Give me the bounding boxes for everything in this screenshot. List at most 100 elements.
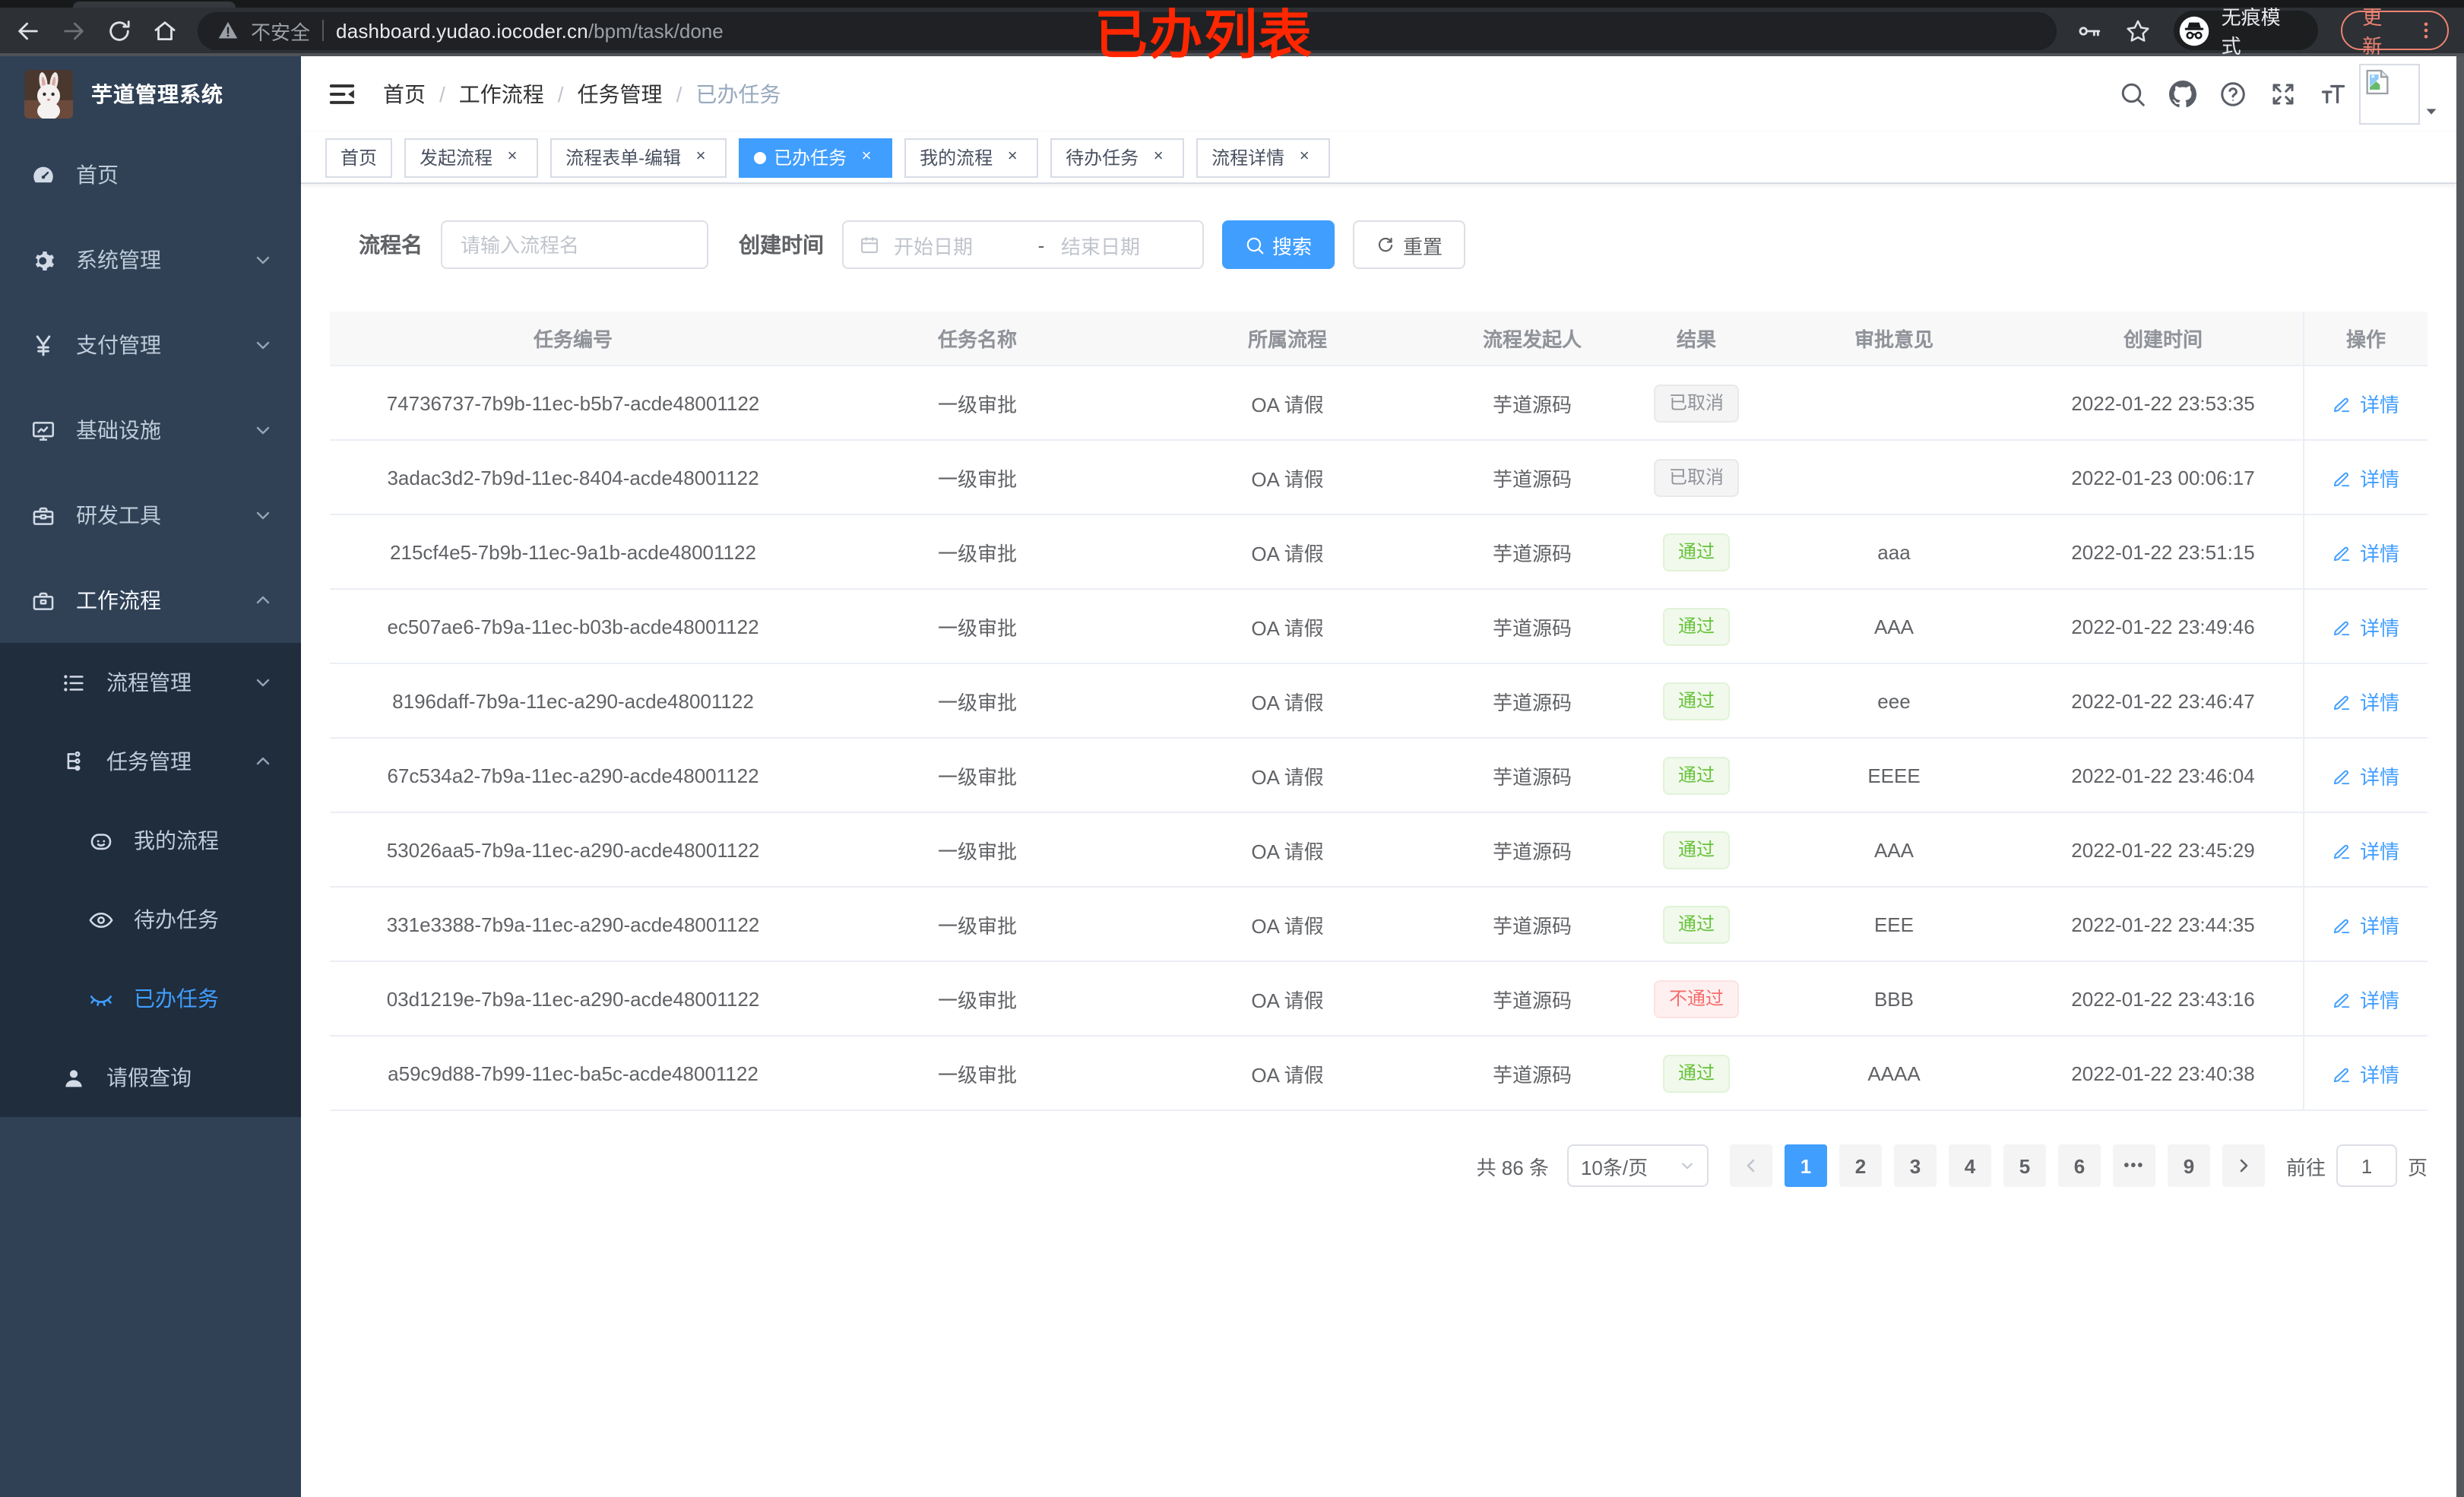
detail-button[interactable]: 详情 [2333, 835, 2399, 864]
table-header: 任务编号 任务名称 所属流程 流程发起人 结果 审批意见 创建时间 操作 [330, 312, 2428, 366]
sidebar-item[interactable]: 基础设施 [0, 388, 301, 473]
status-badge: 已取消 [1653, 384, 1739, 422]
incognito-badge: 无痕模式 [2174, 6, 2319, 58]
update-button[interactable]: 更新 [2341, 6, 2449, 58]
tab[interactable]: 我的流程 × [904, 138, 1039, 177]
face-icon [88, 828, 114, 853]
process-name: OA 请假 [1251, 542, 1324, 565]
page-button[interactable]: 1 [1784, 1144, 1827, 1187]
detail-button[interactable]: 详情 [2333, 1059, 2399, 1087]
tab[interactable]: 已办任务 × [739, 138, 893, 177]
sidebar-item[interactable]: 支付管理 [0, 302, 301, 388]
breadcrumb-item[interactable]: 首页 [383, 79, 426, 109]
status-badge: 通过 [1662, 1054, 1730, 1092]
task-name: 一级审批 [937, 393, 1017, 416]
update-label: 更新 [2362, 6, 2383, 58]
detail-button[interactable]: 详情 [2333, 984, 2399, 1013]
sidebar-item[interactable]: 系统管理 [0, 217, 301, 302]
comment [1765, 441, 2023, 514]
browser-actions: 无痕模式 更新 [2077, 6, 2449, 58]
tab[interactable]: 发起流程 × [404, 138, 539, 177]
page-size-select[interactable]: 10条/页 [1566, 1144, 1709, 1187]
page-button[interactable]: 2 [1838, 1144, 1882, 1187]
fontsize-icon[interactable] [2320, 81, 2347, 108]
sidebar-item[interactable]: 首页 [0, 132, 301, 217]
reset-button[interactable]: 重置 [1353, 220, 1466, 269]
detail-button[interactable]: 详情 [2333, 686, 2399, 715]
prev-page-button[interactable] [1729, 1144, 1772, 1187]
table-row: 74736737-7b9b-11ec-b5b7-acde48001122 一级审… [330, 366, 2428, 441]
close-icon[interactable]: × [502, 147, 523, 168]
github-icon[interactable] [2169, 81, 2196, 108]
forward-icon[interactable] [61, 17, 87, 43]
detail-button[interactable]: 详情 [2333, 761, 2399, 790]
detail-button[interactable]: 详情 [2333, 388, 2399, 417]
page-button[interactable]: 6 [2057, 1144, 2101, 1187]
page-jump-input[interactable] [2336, 1144, 2397, 1187]
back-icon[interactable] [15, 17, 41, 43]
close-icon[interactable]: × [1148, 147, 1169, 168]
breadcrumb-item[interactable]: 任务管理 [578, 79, 663, 109]
question-icon[interactable] [2219, 81, 2247, 108]
created-time: 2022-01-22 23:46:04 [2071, 764, 2255, 786]
more-pages-button[interactable]: ••• [2112, 1144, 2155, 1187]
close-icon[interactable]: × [690, 147, 711, 168]
column-header: 操作 [2303, 312, 2428, 365]
breadcrumb-item[interactable]: 工作流程 [459, 79, 544, 109]
close-icon[interactable]: × [1002, 147, 1023, 168]
eye-icon [88, 907, 114, 932]
process-name-input[interactable] [441, 220, 708, 269]
comment: eee [1877, 689, 1911, 712]
close-icon[interactable]: × [856, 147, 877, 168]
sidebar-item[interactable]: 工作流程 [0, 558, 301, 643]
sidebar-item[interactable]: 已办任务 [0, 959, 301, 1038]
tab[interactable]: 待办任务 × [1050, 138, 1185, 177]
page-button[interactable]: 4 [1948, 1144, 1991, 1187]
result-cell: 通过 [1628, 515, 1765, 588]
sidebar-item[interactable]: 流程管理 [0, 643, 301, 722]
sidebar-collapse-icon[interactable] [327, 79, 357, 109]
sidebar-item[interactable]: 待办任务 [0, 880, 301, 959]
key-icon[interactable] [2077, 17, 2103, 43]
active-tab-dot [754, 151, 767, 163]
sidebar-item[interactable]: 我的流程 [0, 801, 301, 880]
detail-button[interactable]: 详情 [2333, 537, 2399, 566]
close-icon[interactable]: × [1294, 147, 1315, 168]
result-cell: 通过 [1628, 1037, 1765, 1109]
avatar[interactable] [2359, 64, 2420, 125]
detail-button[interactable]: 详情 [2333, 612, 2399, 641]
avatar-caret-icon[interactable] [2423, 103, 2440, 120]
created-time: 2022-01-22 23:40:38 [2071, 1062, 2255, 1084]
search-icon[interactable] [2119, 81, 2146, 108]
task-id: 74736737-7b9b-11ec-b5b7-acde48001122 [386, 391, 760, 414]
reload-icon[interactable] [106, 17, 132, 43]
page-button[interactable]: 3 [1893, 1144, 1937, 1187]
kebab-menu-icon[interactable] [2415, 20, 2437, 41]
browser-tab[interactable] [73, 2, 236, 8]
chevron-down-icon [254, 506, 272, 524]
search-button[interactable]: 搜索 [1222, 220, 1335, 269]
sidebar-item[interactable]: 研发工具 [0, 473, 301, 558]
page-button[interactable]: 9 [2167, 1144, 2210, 1187]
tab[interactable]: 流程表单-编辑 × [550, 138, 727, 177]
next-page-button[interactable] [2222, 1144, 2265, 1187]
process-name: OA 请假 [1251, 989, 1324, 1011]
created-time: 2022-01-22 23:53:35 [2071, 391, 2255, 414]
home-icon[interactable] [152, 17, 178, 43]
status-badge: 通过 [1662, 607, 1730, 645]
fullscreen-icon[interactable] [2269, 81, 2297, 108]
briefcase-icon [30, 587, 56, 613]
status-badge: 通过 [1662, 756, 1730, 794]
page-button[interactable]: 5 [2003, 1144, 2046, 1187]
actions-cell: 详情 [2303, 441, 2428, 514]
detail-button[interactable]: 详情 [2333, 463, 2399, 492]
star-icon[interactable] [2126, 17, 2152, 43]
tab[interactable]: 流程详情 × [1196, 138, 1331, 177]
date-range-input[interactable]: 开始日期 - 结束日期 [842, 220, 1204, 269]
detail-button[interactable]: 详情 [2333, 910, 2399, 938]
tab[interactable]: 首页 [325, 138, 393, 177]
chevron-up-icon [254, 752, 272, 771]
sidebar-item[interactable]: 任务管理 [0, 722, 301, 801]
logo-row[interactable]: 芋道管理系统 [0, 56, 301, 132]
sidebar-item[interactable]: 请假查询 [0, 1038, 301, 1117]
